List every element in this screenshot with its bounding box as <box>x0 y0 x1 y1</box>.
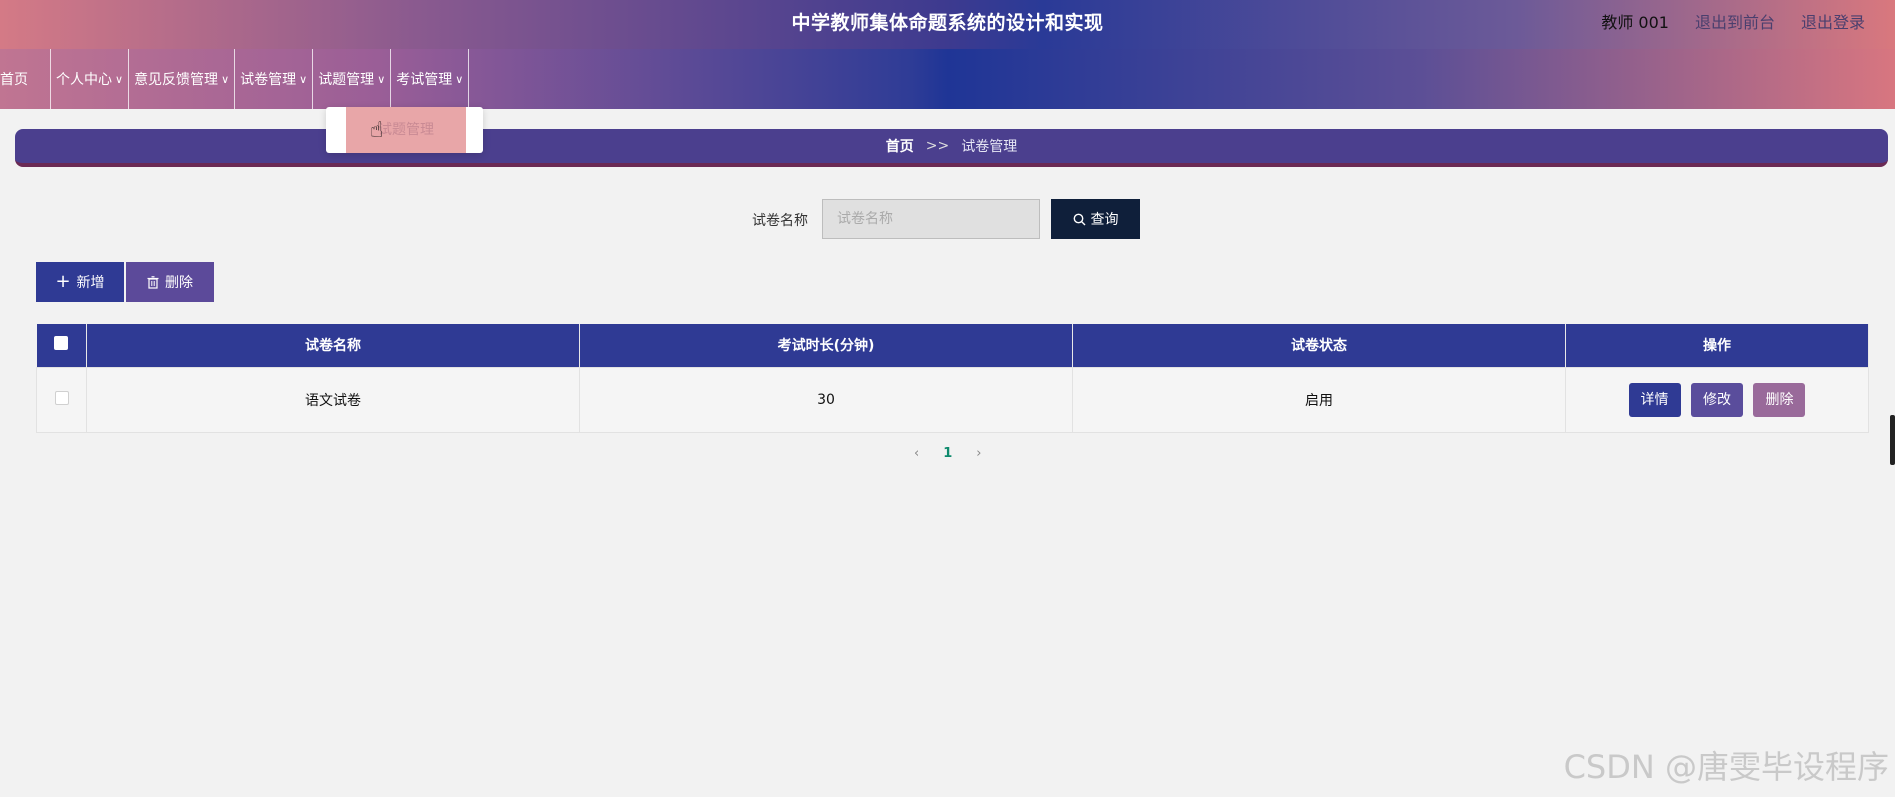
add-button-label: 新增 <box>76 275 105 291</box>
delete-button-label: 删除 <box>165 275 193 291</box>
search-button[interactable]: 查询 <box>1051 199 1140 239</box>
breadcrumb: 首页 >> 试卷管理 <box>15 129 1888 167</box>
hand-cursor-icon: ☝ <box>370 118 384 143</box>
edit-button[interactable]: 修改 <box>1691 382 1743 417</box>
breadcrumb-home[interactable]: 首页 <box>886 136 914 156</box>
table-row: 语文试卷 30 启用 详情 修改 删除 <box>36 366 1869 433</box>
page-number[interactable]: 1 <box>943 446 952 461</box>
pagination: ‹ 1 › <box>914 446 981 461</box>
nav-item-label: 考试管理 <box>396 72 453 88</box>
column-header: 试卷名称 <box>86 324 580 367</box>
paper-name-cell: 语文试卷 <box>86 366 580 433</box>
row-select-cell <box>36 366 87 433</box>
nav-item-question[interactable]: 试题管理 ∨ <box>313 49 392 109</box>
scrollbar-handle[interactable] <box>1890 415 1895 465</box>
column-header: 考试时长(分钟) <box>579 324 1073 367</box>
search-button-label: 查询 <box>1090 212 1119 228</box>
column-header: 操作 <box>1565 324 1869 367</box>
add-button[interactable]: + 新增 <box>36 262 124 302</box>
batch-delete-button[interactable]: 删除 <box>126 262 214 302</box>
plus-icon: + <box>55 271 71 292</box>
nav-item-home[interactable]: 首页 <box>0 49 51 109</box>
status-cell: 启用 <box>1072 366 1566 433</box>
exit-to-front-link[interactable]: 退出到前台 <box>1695 9 1775 33</box>
delete-row-button[interactable]: 删除 <box>1753 382 1806 417</box>
user-name: 教师 001 <box>1601 13 1669 32</box>
actions-cell: 详情 修改 删除 <box>1565 366 1869 433</box>
row-checkbox[interactable] <box>54 390 69 405</box>
trash-icon <box>147 275 159 289</box>
nav-item-exam[interactable]: 考试管理 ∨ <box>391 49 470 109</box>
search-label: 试卷名称 <box>752 213 808 229</box>
select-all-checkbox[interactable] <box>54 336 69 351</box>
detail-button[interactable]: 详情 <box>1628 382 1681 417</box>
nav-item-paper[interactable]: 试卷管理 ∨ <box>235 49 314 109</box>
top-header: 中学教师集体命题系统的设计和实现 教师 001 退出到前台 退出登录 <box>0 0 1895 49</box>
user-area: 教师 001 退出到前台 退出登录 <box>1601 9 1865 33</box>
chevron-down-icon: ∨ <box>455 72 464 86</box>
prev-page-button[interactable]: ‹ <box>914 446 919 461</box>
nav-item-label: 试题管理 <box>318 72 375 88</box>
nav-item-label: 试卷管理 <box>240 72 297 88</box>
column-header: 试卷状态 <box>1072 324 1566 367</box>
dropdown-item-question-manage[interactable]: 试题管理 <box>346 107 466 153</box>
question-dropdown-menu: 试题管理 <box>326 107 483 153</box>
main-nav: 首页 个人中心 ∨ 意见反馈管理 ∨ 试卷管理 ∨ 试题管理 ∨ 考试管理 ∨ <box>0 49 1895 109</box>
search-icon <box>1073 213 1085 225</box>
nav-item-label: 个人中心 <box>56 72 112 88</box>
duration-cell: 30 <box>579 366 1073 433</box>
search-input[interactable] <box>822 199 1040 239</box>
watermark: CSDN @唐雯毕设程序 <box>1563 748 1889 786</box>
chevron-down-icon: ∨ <box>221 72 230 86</box>
table-header-row: 试卷名称 考试时长(分钟) 试卷状态 操作 <box>36 324 1869 367</box>
select-all-cell <box>36 324 87 367</box>
logout-link[interactable]: 退出登录 <box>1801 9 1865 33</box>
chevron-down-icon: ∨ <box>377 72 386 86</box>
chevron-down-icon: ∨ <box>299 72 308 86</box>
nav-item-personal-center[interactable]: 个人中心 ∨ <box>51 49 130 109</box>
nav-item-label: 首页 <box>0 72 28 88</box>
breadcrumb-current: 试卷管理 <box>961 139 1018 155</box>
nav-item-feedback[interactable]: 意见反馈管理 ∨ <box>129 49 236 109</box>
breadcrumb-separator: >> <box>925 138 950 154</box>
chevron-down-icon: ∨ <box>115 72 124 86</box>
paper-table: 试卷名称 考试时长(分钟) 试卷状态 操作 语文试卷 30 启用 详情 修改 删… <box>36 324 1869 433</box>
next-page-button[interactable]: › <box>976 446 981 461</box>
nav-item-label: 意见反馈管理 <box>134 72 219 88</box>
